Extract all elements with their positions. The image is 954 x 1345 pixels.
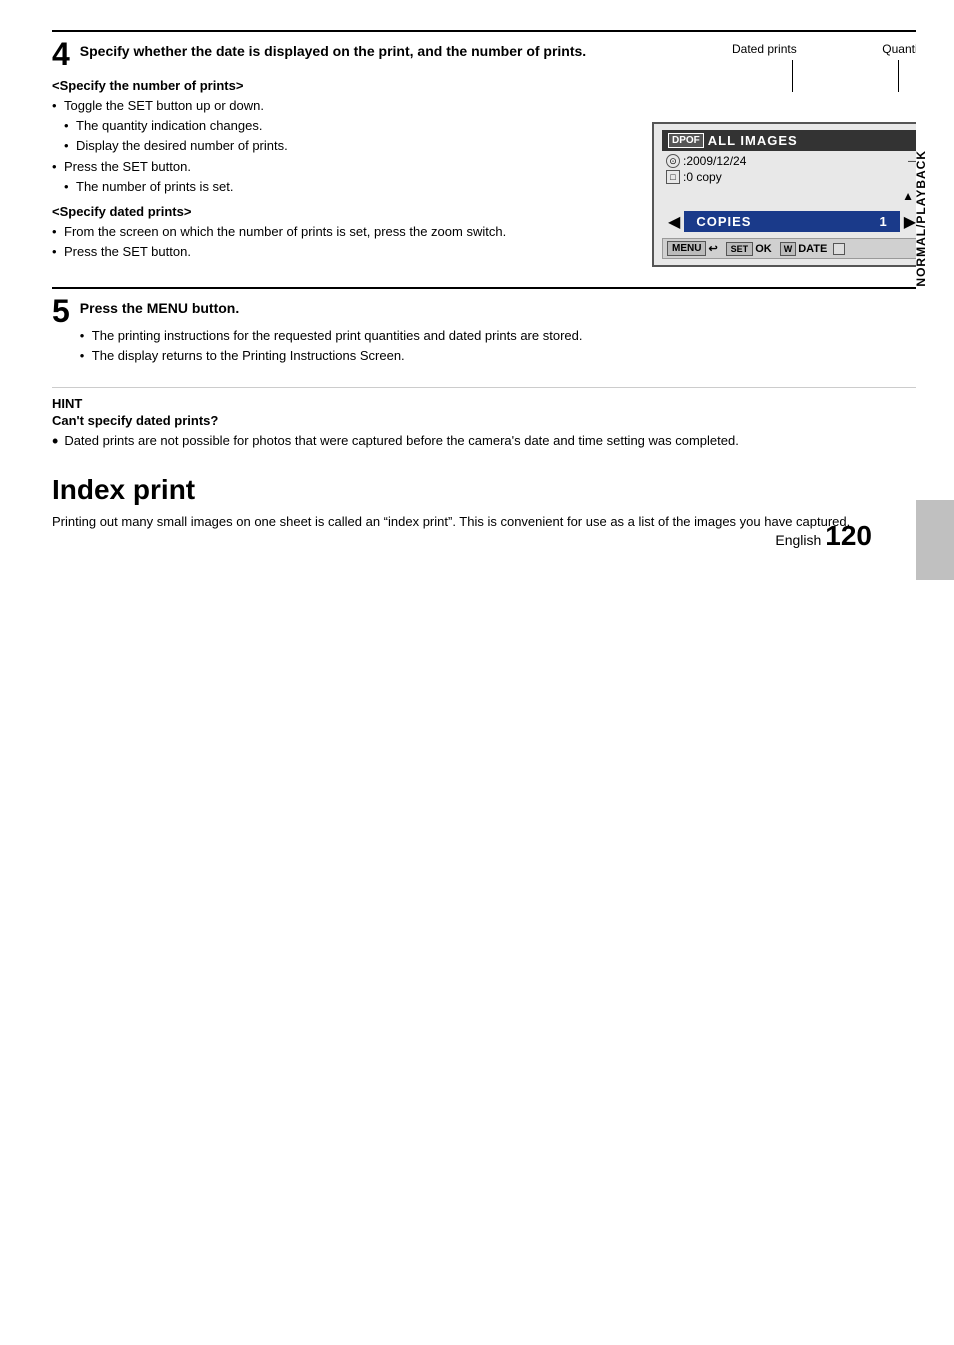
date-button: W DATE [780,242,828,256]
quantity-line [898,60,899,92]
hint-body: • Dated prints are not possible for phot… [52,432,932,450]
date-text-btn: DATE [798,243,827,255]
side-tab-text: NORMAL/PLAYBACK [914,150,952,287]
copies-box: COPIES 1 [684,211,899,232]
list-item: The quantity indication changes. [52,117,632,135]
copy-icon: □ [666,170,680,184]
ok-text: OK [755,243,772,255]
camera-date-row: ⊙ :2009/12/24 — [662,153,922,169]
list-item: From the screen on which the number of p… [52,223,632,241]
page-language: English [775,532,821,548]
copies-label: COPIES [696,214,751,229]
dated-prints-line [792,60,793,92]
hint-dot: • [52,432,58,450]
list-item: Display the desired number of prints. [52,137,632,155]
side-tab: NORMAL/PLAYBACK [916,0,954,1345]
triangle-indicator: ▲ [662,189,922,203]
copy-text: :0 copy [683,170,722,184]
list-item: The number of prints is set. [52,178,632,196]
hint-text: Dated prints are not possible for photos… [64,432,739,450]
checkbox-icon [833,243,845,255]
section-4-right: Dated prints Quantity DPOF ALL IMAGES [652,42,932,267]
list-item: Press the SET button. [52,243,632,261]
hint-label: HINT [52,396,932,411]
copies-value: 1 [879,214,887,229]
hint-subtitle: Can't specify dated prints? [52,413,932,428]
list-item: The display returns to the Printing Inst… [80,347,583,365]
ok-button: SET OK [726,242,772,256]
side-tab-colored [916,500,954,580]
camera-ui-header: DPOF ALL IMAGES [662,130,922,151]
hint-section: HINT Can't specify dated prints? • Dated… [52,387,932,450]
section-4-left: 4 Specify whether the date is displayed … [52,42,632,267]
step-5-list: The printing instructions for the reques… [80,327,583,365]
menu-button: MENU ↩ [667,241,718,256]
step-4-number: 4 [52,38,70,70]
list-item: Toggle the SET button up or down. [52,97,632,115]
list-item: The printing instructions for the reques… [80,327,583,345]
all-images-text: ALL IMAGES [708,133,798,148]
page-number: 120 [825,520,872,552]
menu-arrow: ↩ [708,242,717,255]
step-5-title: Press the MENU button. [80,299,583,319]
camera-bottom-bar: MENU ↩ SET OK W DATE [662,238,922,259]
date-btn-icon: W [780,242,797,256]
section-5: 5 Press the MENU button. The printing in… [52,287,932,367]
index-print-title: Index print [52,474,932,506]
specify-number-heading: <Specify the number of prints> [52,78,632,93]
camera-copy-row: □ :0 copy [662,169,922,185]
left-arrow-icon: ◀ [668,212,680,232]
menu-box: MENU [667,241,706,256]
dpof-badge: DPOF [668,133,704,148]
step-4-title: Specify whether the date is displayed on… [80,42,586,62]
section-4: 4 Specify whether the date is displayed … [52,30,932,267]
date-text: :2009/12/24 [683,154,746,168]
specify-number-list: Toggle the SET button up or down. The qu… [52,97,632,196]
camera-diagram: Dated prints Quantity DPOF ALL IMAGES [652,42,932,267]
list-item: Press the SET button. [52,158,632,176]
specify-dated-heading: <Specify dated prints> [52,204,632,219]
page-number-area: English 120 [775,520,872,552]
camera-ui-box: DPOF ALL IMAGES ⊙ :2009/12/24 — □ :0 cop… [652,122,932,267]
ok-box: SET [726,242,754,256]
step-5-number: 5 [52,295,70,327]
specify-dated-list: From the screen on which the number of p… [52,223,632,261]
copies-bar: ◀ COPIES 1 ▶ [662,207,922,236]
date-icon: ⊙ [666,154,680,168]
label-dated-prints: Dated prints [732,42,797,56]
